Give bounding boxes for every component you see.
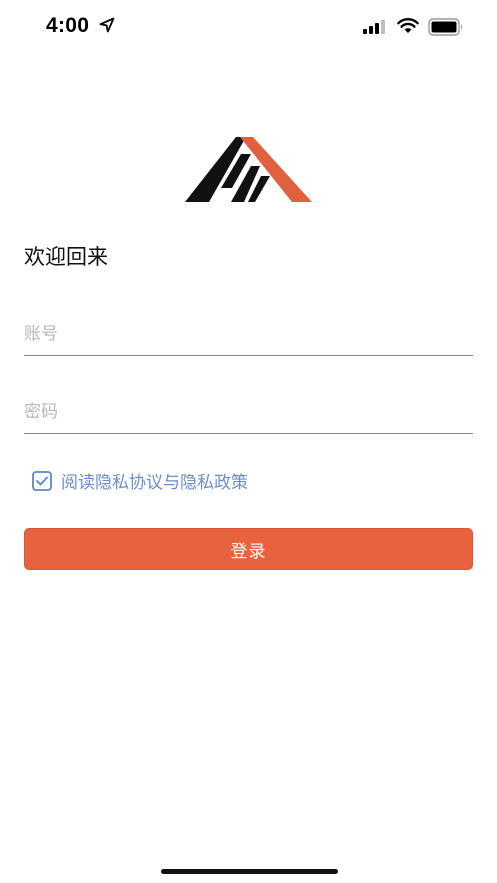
house-roof-logo — [185, 137, 312, 202]
privacy-agreement-link[interactable]: 阅读隐私协议与隐私政策 — [61, 468, 248, 493]
home-indicator[interactable] — [161, 869, 338, 874]
checkbox-checked-icon[interactable] — [32, 470, 52, 491]
account-field[interactable] — [24, 315, 473, 356]
cellular-signal-icon — [363, 20, 385, 34]
battery-icon — [428, 18, 463, 36]
login-button[interactable]: 登录 — [24, 528, 473, 570]
password-field[interactable] — [24, 393, 473, 434]
welcome-title: 欢迎回来 — [24, 245, 108, 269]
password-input[interactable] — [24, 393, 473, 431]
status-time: 4:00 — [46, 14, 90, 37]
location-arrow-icon — [99, 17, 115, 33]
privacy-agreement[interactable]: 阅读隐私协议与隐私政策 — [32, 468, 248, 493]
account-input[interactable] — [24, 315, 473, 353]
status-bar: 4:00 — [0, 0, 497, 54]
wifi-icon — [397, 18, 419, 33]
